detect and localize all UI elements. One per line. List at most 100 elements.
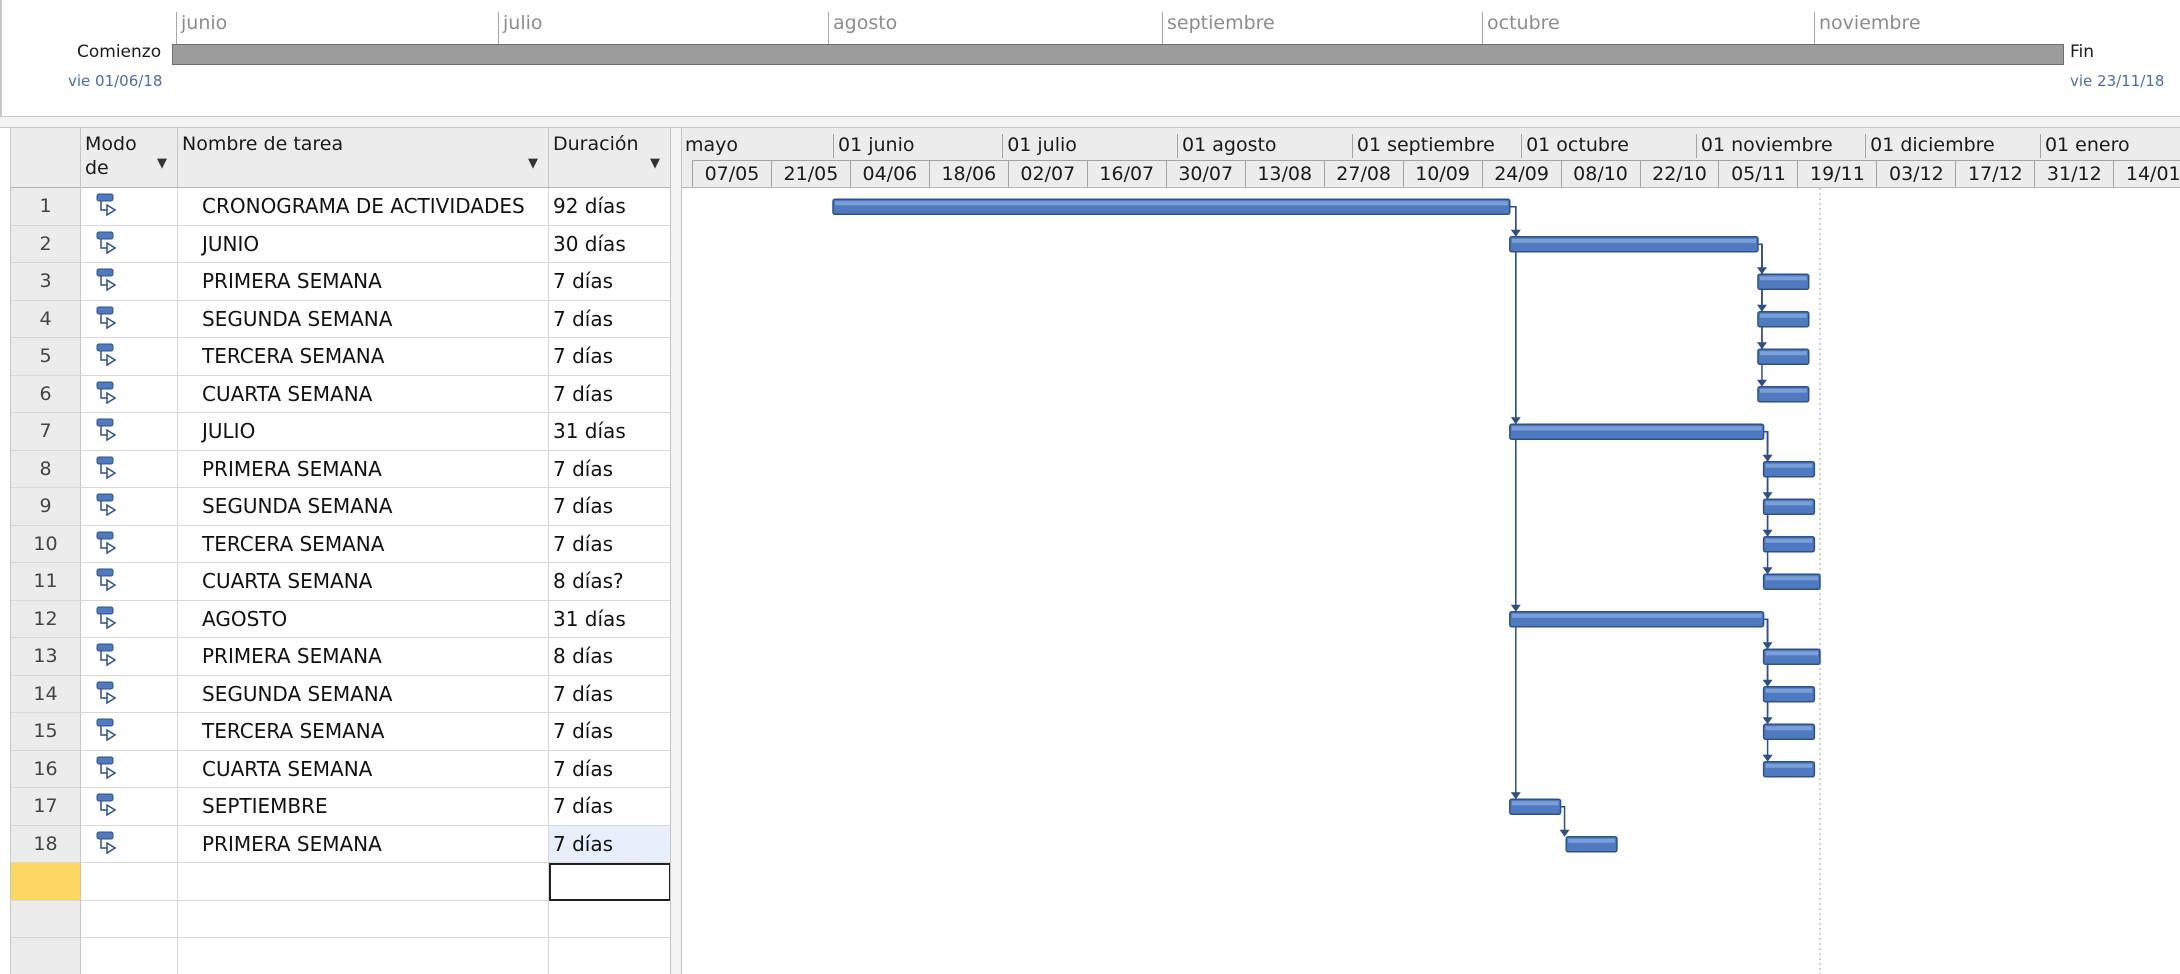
task-duration-cell[interactable]: 7 días	[549, 750, 671, 788]
task-duration-cell[interactable]: 7 días	[549, 375, 671, 413]
table-row[interactable]: 7 JULIO 31 días	[11, 413, 671, 451]
table-row[interactable]: 16 CUARTA SEMANA 7 días	[11, 750, 671, 788]
task-mode-cell[interactable]	[81, 600, 178, 638]
task-name-cell[interactable]: CRONOGRAMA DE ACTIVIDADES	[178, 188, 549, 226]
table-row[interactable]: 1 CRONOGRAMA DE ACTIVIDADES 92 días	[11, 188, 671, 226]
row-id[interactable]: 18	[11, 825, 81, 863]
timeline-splitter[interactable]	[0, 116, 2180, 128]
task-name-cell[interactable]: JUNIO	[178, 225, 549, 263]
task-mode-cell[interactable]	[81, 413, 178, 451]
row-id[interactable]: 4	[11, 300, 81, 338]
table-row[interactable]: 11 CUARTA SEMANA 8 días?	[11, 563, 671, 601]
table-row[interactable]: 8 PRIMERA SEMANA 7 días	[11, 450, 671, 488]
row-id[interactable]	[11, 900, 81, 938]
task-duration-cell[interactable]: 31 días	[549, 413, 671, 451]
task-name-cell[interactable]: AGOSTO	[178, 600, 549, 638]
dropdown-arrow-icon[interactable]: ▼	[157, 152, 167, 176]
task-name-cell[interactable]: PRIMERA SEMANA	[178, 450, 549, 488]
row-id[interactable]: 15	[11, 713, 81, 751]
task-mode-cell[interactable]	[81, 825, 178, 863]
task-mode-cell[interactable]	[81, 375, 178, 413]
task-mode-cell[interactable]	[81, 563, 178, 601]
table-row[interactable]: 18 PRIMERA SEMANA 7 días	[11, 825, 671, 863]
task-duration-cell[interactable]: 7 días	[549, 713, 671, 751]
table-row[interactable]: 17 SEPTIEMBRE 7 días	[11, 788, 671, 826]
task-duration-cell[interactable]: 7 días	[549, 488, 671, 526]
row-id[interactable]: 2	[11, 225, 81, 263]
row-id[interactable]: 16	[11, 750, 81, 788]
task-duration-cell[interactable]: 92 días	[549, 188, 671, 226]
row-id[interactable]: 10	[11, 525, 81, 563]
task-mode-cell[interactable]	[81, 863, 178, 901]
row-id[interactable]: 8	[11, 450, 81, 488]
column-header-mode[interactable]: Modo de ▼	[81, 128, 178, 188]
task-mode-cell[interactable]	[81, 450, 178, 488]
task-mode-cell[interactable]	[81, 750, 178, 788]
dependency-link[interactable]	[1509, 206, 1517, 610]
table-row[interactable]: 15 TERCERA SEMANA 7 días	[11, 713, 671, 751]
task-name-cell[interactable]: PRIMERA SEMANA	[178, 263, 549, 301]
task-duration-cell[interactable]: 7 días	[549, 788, 671, 826]
row-id[interactable]: 12	[11, 600, 81, 638]
select-all-corner[interactable]	[11, 128, 81, 188]
task-duration-cell[interactable]: 7 días	[549, 825, 671, 863]
table-row[interactable]: 5 TERCERA SEMANA 7 días	[11, 338, 671, 376]
task-name-cell[interactable]	[178, 938, 549, 974]
task-mode-cell[interactable]	[81, 188, 178, 226]
task-mode-cell[interactable]	[81, 713, 178, 751]
dropdown-arrow-icon[interactable]: ▼	[650, 152, 660, 176]
row-id[interactable]: 11	[11, 563, 81, 601]
task-mode-cell[interactable]	[81, 263, 178, 301]
task-mode-cell[interactable]	[81, 938, 178, 974]
task-name-cell[interactable]	[178, 863, 549, 901]
table-row[interactable]: 4 SEGUNDA SEMANA 7 días	[11, 300, 671, 338]
view-splitter[interactable]	[670, 128, 682, 974]
task-mode-cell[interactable]	[81, 488, 178, 526]
dependency-link[interactable]	[1509, 206, 1517, 798]
task-name-cell[interactable]	[178, 900, 549, 938]
task-duration-cell[interactable]: 7 días	[549, 338, 671, 376]
task-name-cell[interactable]: CUARTA SEMANA	[178, 750, 549, 788]
dropdown-arrow-icon[interactable]: ▼	[528, 152, 538, 176]
row-id[interactable]: 14	[11, 675, 81, 713]
task-duration-cell[interactable]: 8 días	[549, 638, 671, 676]
task-duration-cell[interactable]	[549, 863, 671, 901]
row-id[interactable]: 17	[11, 788, 81, 826]
task-duration-cell[interactable]: 31 días	[549, 600, 671, 638]
row-id[interactable]	[11, 863, 81, 901]
table-row[interactable]: 13 PRIMERA SEMANA 8 días	[11, 638, 671, 676]
task-duration-cell[interactable]	[549, 900, 671, 938]
task-name-cell[interactable]: CUARTA SEMANA	[178, 375, 549, 413]
task-mode-cell[interactable]	[81, 525, 178, 563]
task-mode-cell[interactable]	[81, 338, 178, 376]
table-row[interactable]: 3 PRIMERA SEMANA 7 días	[11, 263, 671, 301]
table-row[interactable]: 6 CUARTA SEMANA 7 días	[11, 375, 671, 413]
task-name-cell[interactable]: CUARTA SEMANA	[178, 563, 549, 601]
empty-table-row[interactable]	[11, 900, 671, 938]
task-name-cell[interactable]: TERCERA SEMANA	[178, 525, 549, 563]
column-header-duration[interactable]: Duración ▼	[549, 128, 671, 188]
task-name-cell[interactable]: TERCERA SEMANA	[178, 713, 549, 751]
row-id[interactable]: 13	[11, 638, 81, 676]
task-mode-cell[interactable]	[81, 225, 178, 263]
task-duration-cell[interactable]	[549, 938, 671, 974]
table-row[interactable]: 9 SEGUNDA SEMANA 7 días	[11, 488, 671, 526]
row-id[interactable]	[11, 938, 81, 974]
task-mode-cell[interactable]	[81, 638, 178, 676]
row-id[interactable]: 1	[11, 188, 81, 226]
row-id[interactable]: 6	[11, 375, 81, 413]
gantt-bars-area[interactable]	[682, 188, 2180, 974]
timeline-view[interactable]: junio julio agosto septiembre octubre no…	[0, 0, 2180, 120]
task-name-cell[interactable]: SEGUNDA SEMANA	[178, 675, 549, 713]
task-mode-cell[interactable]	[81, 300, 178, 338]
task-name-cell[interactable]: SEGUNDA SEMANA	[178, 488, 549, 526]
row-id[interactable]: 3	[11, 263, 81, 301]
task-duration-cell[interactable]: 7 días	[549, 525, 671, 563]
task-mode-cell[interactable]	[81, 900, 178, 938]
table-row[interactable]: 12 AGOSTO 31 días	[11, 600, 671, 638]
table-row[interactable]: 14 SEGUNDA SEMANA 7 días	[11, 675, 671, 713]
row-id[interactable]: 7	[11, 413, 81, 451]
task-duration-cell[interactable]: 7 días	[549, 675, 671, 713]
row-id[interactable]: 5	[11, 338, 81, 376]
task-name-cell[interactable]: SEPTIEMBRE	[178, 788, 549, 826]
